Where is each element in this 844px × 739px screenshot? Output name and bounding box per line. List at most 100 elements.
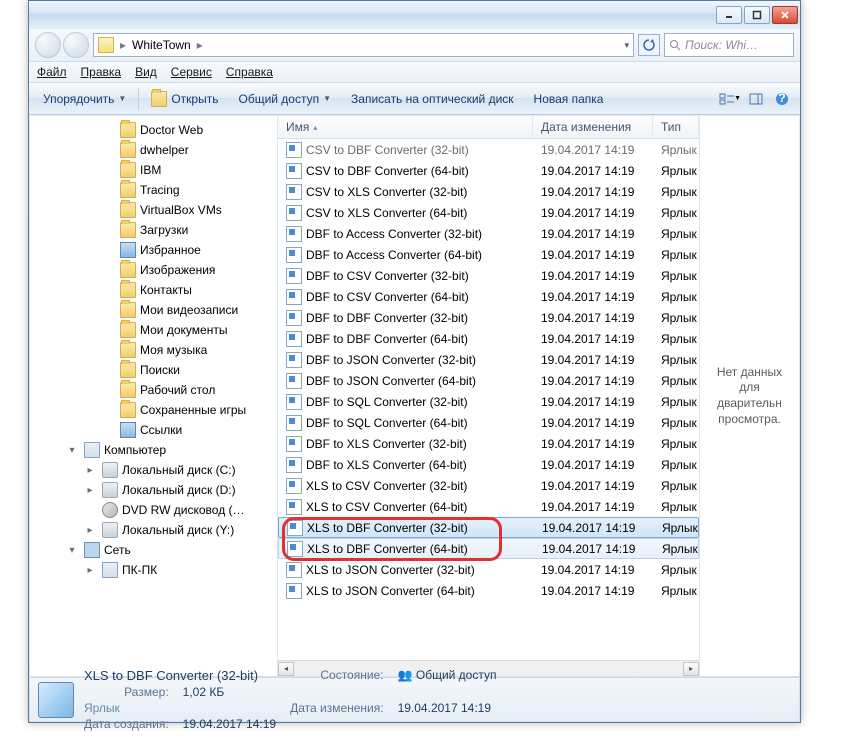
- share-button[interactable]: Общий доступ▼: [230, 88, 339, 110]
- col-date[interactable]: Дата изменения: [533, 116, 653, 138]
- file-row[interactable]: XLS to CSV Converter (64-bit)19.04.2017 …: [278, 496, 699, 517]
- col-type[interactable]: Тип: [653, 116, 699, 138]
- tree-item[interactable]: Загрузки: [30, 220, 277, 240]
- minimize-button[interactable]: [716, 6, 742, 24]
- forward-button[interactable]: [63, 32, 89, 58]
- file-row[interactable]: DBF to XLS Converter (64-bit)19.04.2017 …: [278, 454, 699, 475]
- file-row[interactable]: XLS to DBF Converter (64-bit)19.04.2017 …: [278, 538, 699, 559]
- tree-item[interactable]: Tracing: [30, 180, 277, 200]
- expand-icon[interactable]: ▸: [82, 485, 98, 496]
- scroll-right-icon[interactable]: ▸: [683, 662, 699, 676]
- refresh-button[interactable]: [638, 34, 660, 56]
- status-state-value: 👥 Общий доступ: [398, 668, 497, 683]
- tree-item[interactable]: dwhelper: [30, 140, 277, 160]
- menu-file[interactable]: Файл: [37, 65, 67, 79]
- file-row[interactable]: XLS to JSON Converter (64-bit)19.04.2017…: [278, 580, 699, 601]
- organize-button[interactable]: Упорядочить▼: [35, 88, 134, 110]
- file-row[interactable]: DBF to Access Converter (64-bit)19.04.20…: [278, 244, 699, 265]
- status-created-label: Дата создания:: [84, 717, 169, 731]
- tree-item[interactable]: Контакты: [30, 280, 277, 300]
- expand-icon[interactable]: ▸: [82, 565, 98, 576]
- file-name: DBF to JSON Converter (32-bit): [306, 353, 476, 367]
- breadcrumb-folder[interactable]: WhiteTown: [132, 38, 191, 52]
- tree-item[interactable]: Сохраненные игры: [30, 400, 277, 420]
- tree-item[interactable]: ▸Локальный диск (D:): [30, 480, 277, 500]
- file-row[interactable]: CSV to XLS Converter (32-bit)19.04.2017 …: [278, 181, 699, 202]
- expand-icon[interactable]: ▸: [82, 525, 98, 536]
- close-button[interactable]: [772, 6, 798, 24]
- tree-item[interactable]: ▾Компьютер: [30, 440, 277, 460]
- tree-item[interactable]: ▸Локальный диск (C:): [30, 460, 277, 480]
- tree-item[interactable]: Поиски: [30, 360, 277, 380]
- menu-help[interactable]: Справка: [226, 65, 273, 79]
- file-rows[interactable]: CSV to DBF Converter (32-bit)19.04.2017 …: [278, 139, 699, 676]
- file-row[interactable]: XLS to DBF Converter (32-bit)19.04.2017 …: [278, 517, 699, 538]
- fold-icon: [120, 322, 136, 338]
- tree-item[interactable]: ▸ПК-ПК: [30, 560, 277, 580]
- tree-item[interactable]: Мои видеозаписи: [30, 300, 277, 320]
- shortcut-icon: [286, 289, 302, 305]
- titlebar[interactable]: [29, 1, 800, 29]
- tree-item[interactable]: Изображения: [30, 260, 277, 280]
- file-row[interactable]: DBF to CSV Converter (32-bit)19.04.2017 …: [278, 265, 699, 286]
- file-date: 19.04.2017 14:19: [534, 521, 654, 535]
- status-bar: XLS to DBF Converter (32-bit) Состояние:…: [30, 677, 799, 721]
- file-row[interactable]: DBF to DBF Converter (64-bit)19.04.2017 …: [278, 328, 699, 349]
- new-folder-button[interactable]: Новая папка: [526, 88, 612, 110]
- col-name[interactable]: Имя▴: [278, 116, 533, 138]
- nav-tree[interactable]: Doctor Webdwhelper IBM Tracing VirtualBox V…: [30, 116, 278, 676]
- search-box[interactable]: Поиск: Whi…: [664, 33, 794, 57]
- tree-item[interactable]: Doctor Web: [30, 120, 277, 140]
- file-row[interactable]: DBF to JSON Converter (64-bit)19.04.2017…: [278, 370, 699, 391]
- expand-icon[interactable]: ▾: [64, 545, 80, 556]
- expand-icon[interactable]: ▾: [64, 445, 80, 456]
- back-button[interactable]: [35, 32, 61, 58]
- expand-icon[interactable]: ▸: [82, 465, 98, 476]
- file-row[interactable]: XLS to CSV Converter (32-bit)19.04.2017 …: [278, 475, 699, 496]
- fold-icon: [120, 162, 136, 178]
- file-row[interactable]: DBF to DBF Converter (32-bit)19.04.2017 …: [278, 307, 699, 328]
- file-type: Ярлык: [653, 269, 699, 283]
- burn-button[interactable]: Записать на оптический диск: [343, 88, 522, 110]
- toolbar: Упорядочить▼ Открыть Общий доступ▼ Запис…: [29, 83, 800, 115]
- tree-item[interactable]: DVD RW дисковод (…: [30, 500, 277, 520]
- file-row[interactable]: CSV to DBF Converter (64-bit)19.04.2017 …: [278, 160, 699, 181]
- preview-pane-button[interactable]: [744, 87, 768, 111]
- file-row[interactable]: XLS to JSON Converter (32-bit)19.04.2017…: [278, 559, 699, 580]
- file-name: DBF to DBF Converter (64-bit): [306, 332, 468, 346]
- file-row[interactable]: CSV to XLS Converter (64-bit)19.04.2017 …: [278, 202, 699, 223]
- tree-item[interactable]: Рабочий стол: [30, 380, 277, 400]
- file-date: 19.04.2017 14:19: [533, 353, 653, 367]
- tree-item[interactable]: ▸Локальный диск (Y:): [30, 520, 277, 540]
- shortcut-icon: [286, 247, 302, 263]
- file-row[interactable]: CSV to DBF Converter (32-bit)19.04.2017 …: [278, 139, 699, 160]
- view-mode-button[interactable]: ▼: [718, 87, 742, 111]
- tree-item[interactable]: ▾Сеть: [30, 540, 277, 560]
- tree-item-label: Поиски: [140, 363, 180, 377]
- open-button[interactable]: Открыть: [143, 87, 226, 111]
- help-button[interactable]: ?: [770, 87, 794, 111]
- file-row[interactable]: DBF to XLS Converter (32-bit)19.04.2017 …: [278, 433, 699, 454]
- menu-edit[interactable]: Правка: [81, 65, 122, 79]
- tree-item-label: IBM: [140, 163, 161, 177]
- tree-item[interactable]: Мои документы: [30, 320, 277, 340]
- address-dropdown-icon[interactable]: ▾: [624, 40, 629, 51]
- maximize-button[interactable]: [744, 6, 770, 24]
- address-bar[interactable]: ▸ WhiteTown ▸ ▾: [93, 33, 634, 57]
- file-row[interactable]: DBF to JSON Converter (32-bit) 19.04.2017…: [278, 349, 699, 370]
- file-row[interactable]: DBF to Access Converter (32-bit)19.04.20…: [278, 223, 699, 244]
- tree-item-label: Мои видеозаписи: [140, 303, 238, 317]
- tree-item[interactable]: Моя музыка: [30, 340, 277, 360]
- menu-view[interactable]: Вид: [135, 65, 157, 79]
- tree-item[interactable]: IBM: [30, 160, 277, 180]
- tree-item[interactable]: Избранное: [30, 240, 277, 260]
- file-row[interactable]: DBF to SQL Converter (32-bit)19.04.2017 …: [278, 391, 699, 412]
- tree-item[interactable]: Ссылки: [30, 420, 277, 440]
- fold-icon: [120, 342, 136, 358]
- tree-item-label: Tracing: [140, 183, 180, 197]
- shortcut-icon: [286, 373, 302, 389]
- menu-tools[interactable]: Сервис: [171, 65, 212, 79]
- file-row[interactable]: DBF to SQL Converter (64-bit)19.04.2017 …: [278, 412, 699, 433]
- file-row[interactable]: DBF to CSV Converter (64-bit)19.04.2017 …: [278, 286, 699, 307]
- tree-item[interactable]: VirtualBox VMs: [30, 200, 277, 220]
